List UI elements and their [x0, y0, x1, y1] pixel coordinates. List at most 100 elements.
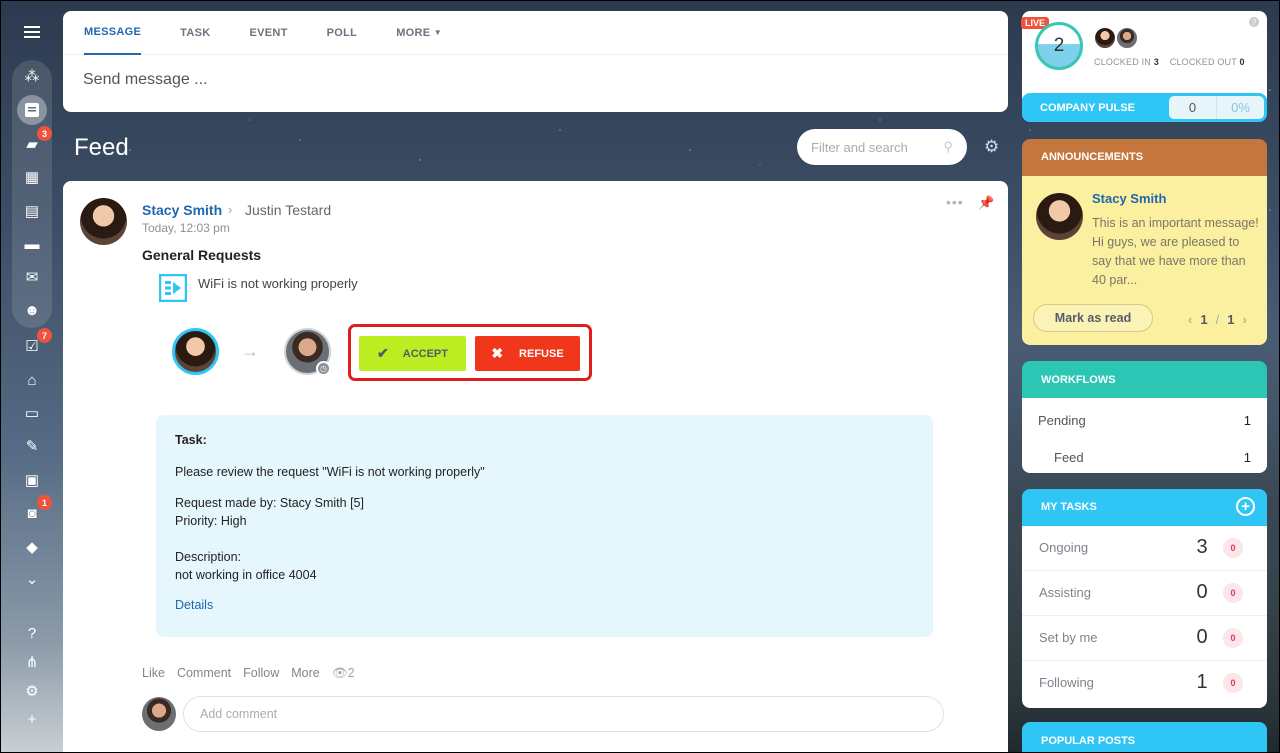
sidebar-item-contacts[interactable]: ▣	[20, 468, 44, 492]
announcement-author[interactable]: Stacy Smith	[1092, 191, 1166, 206]
pulse-value: 0	[1169, 96, 1217, 119]
browser-icon: ▭	[24, 405, 40, 422]
menu-icon[interactable]	[20, 20, 44, 44]
clocked-in-avatar[interactable]	[1094, 27, 1116, 49]
sidebar-item-crm[interactable]: ⌂	[20, 368, 44, 392]
refuse-label: REFUSE	[519, 347, 564, 360]
sidebar-item-bots[interactable]: ◙ 1	[20, 495, 52, 525]
pin-icon[interactable]: 📌	[978, 195, 994, 211]
page-sep: /	[1215, 312, 1220, 327]
drive-icon: ▬	[24, 235, 40, 253]
sidebar-item-chat[interactable]: ▰ 3	[20, 126, 52, 156]
sidebar-item-help[interactable]: ?	[20, 621, 44, 645]
filter-search-input[interactable]: Filter and search ⚲	[797, 129, 967, 165]
task-row-overdue[interactable]: 0	[1223, 583, 1243, 603]
robot-icon: ◙	[27, 504, 37, 522]
calendar-icon: ▦	[24, 169, 40, 186]
tab-more[interactable]: MORE ▼	[396, 11, 442, 55]
comment-link[interactable]: Comment	[177, 666, 231, 681]
tab-task[interactable]: TASK	[180, 11, 210, 55]
views-count: 👁2	[332, 666, 355, 681]
task-row-ongoing[interactable]: Ongoing 3 0	[1022, 526, 1267, 571]
help-icon[interactable]: ?	[1249, 17, 1259, 27]
document-icon: ▤	[24, 203, 40, 220]
task-row-assisting[interactable]: Assisting 0 0	[1022, 571, 1267, 616]
my-tasks-header: MY TASKS +	[1022, 489, 1267, 526]
author-avatar[interactable]	[80, 198, 127, 245]
post-author[interactable]: Stacy Smith	[142, 202, 222, 218]
tab-poll[interactable]: POLL	[327, 11, 358, 55]
sidebar-item-drive[interactable]: ▬	[20, 232, 44, 256]
chevron-left-icon[interactable]: ‹	[1188, 312, 1192, 327]
task-row-overdue[interactable]: 0	[1223, 673, 1243, 693]
sidebar-item-tasks[interactable]: ☑ 7	[20, 328, 52, 358]
tab-more-label: MORE	[396, 26, 431, 39]
popular-posts-header[interactable]: POPULAR POSTS	[1022, 722, 1267, 753]
tab-message[interactable]: MESSAGE	[84, 11, 142, 55]
task-row-overdue[interactable]: 0	[1223, 628, 1243, 648]
plus-icon: +	[27, 710, 37, 728]
tasks-badge: 7	[37, 328, 52, 343]
sidebar-item-sign[interactable]: ✎	[20, 434, 44, 458]
add-comment-input[interactable]: Add comment	[183, 696, 944, 732]
sidebar-item-add[interactable]: +	[20, 707, 44, 731]
sidebar-item-employees[interactable]: ☻	[20, 298, 44, 322]
follow-link[interactable]: Follow	[243, 666, 279, 681]
add-task-plus-icon[interactable]: +	[1236, 497, 1255, 516]
users-icon: ☻	[24, 301, 40, 319]
clocked-in-avatar[interactable]	[1116, 27, 1138, 49]
tab-event[interactable]: EVENT	[249, 11, 287, 55]
page-current: 1	[1200, 312, 1208, 327]
clocked-out-label: CLOCKED OUT	[1169, 57, 1237, 67]
sidebar-item-calendar[interactable]: ▦	[20, 165, 44, 189]
checkbox-icon: ☑	[25, 338, 39, 355]
workflow-row-pending[interactable]: Pending 1	[1038, 413, 1251, 428]
task-row-set-by-me[interactable]: Set by me 0 0	[1022, 616, 1267, 661]
task-heading: Task:	[175, 433, 207, 447]
task-row-following[interactable]: Following 1 0	[1022, 661, 1267, 706]
workflow-name[interactable]: WiFi is not working properly	[198, 276, 358, 291]
accept-label: ACCEPT	[402, 347, 448, 360]
close-icon: ✖	[491, 345, 504, 361]
clocked-in-label: CLOCKED IN	[1094, 57, 1152, 67]
message-input[interactable]: Send message ...	[63, 55, 1008, 105]
sidebar-item-sites[interactable]: ▭	[20, 401, 44, 425]
like-link[interactable]: Like	[142, 666, 165, 681]
sidebar-item-market[interactable]: ◆	[20, 535, 44, 559]
timeman-counter[interactable]: 2	[1035, 22, 1083, 70]
sidebar-item-structure[interactable]: ⋔	[20, 650, 44, 674]
sidebar-item-mail[interactable]: ✉	[20, 265, 44, 289]
sidebar-item-dashboard[interactable]: ⁂	[20, 64, 44, 88]
sidebar-item-feed[interactable]	[20, 98, 44, 122]
workflows-header: WORKFLOWS	[1022, 361, 1267, 398]
task-line: Please review the request "WiFi is not w…	[175, 465, 485, 479]
clock-icon: ◷	[316, 361, 331, 376]
mail-icon: ✉	[25, 269, 39, 286]
details-link[interactable]: Details	[175, 598, 213, 612]
sidebar-item-documents[interactable]: ▤	[20, 199, 44, 223]
mark-as-read-button[interactable]: Mark as read	[1033, 304, 1153, 332]
sidebar-item-settings[interactable]: ⚙	[20, 679, 44, 703]
requester-avatar[interactable]	[172, 328, 219, 375]
post-actions: Like Comment Follow More 👁2	[142, 666, 355, 681]
feed-settings-gear-icon[interactable]: ⚙	[984, 137, 999, 157]
task-row-overdue[interactable]: 0	[1223, 538, 1243, 558]
feed-icon	[25, 103, 39, 117]
more-link[interactable]: More	[291, 666, 319, 681]
refuse-button[interactable]: ✖ REFUSE	[475, 336, 580, 371]
post-composer: MESSAGE TASK EVENT POLL MORE ▼ Send mess…	[63, 11, 1008, 112]
post-recipient[interactable]: Justin Testard	[245, 202, 331, 218]
box-icon: ◆	[26, 539, 38, 556]
workflow-row-feed[interactable]: Feed 1	[1054, 450, 1251, 465]
announcement-text[interactable]: This is an important message! Hi guys, w…	[1092, 214, 1262, 290]
task-requested-by: Request made by: Stacy Smith [5]	[175, 496, 364, 510]
sidebar-item-more[interactable]: ⌄	[20, 567, 44, 591]
chevron-right-icon[interactable]: ›	[1242, 312, 1246, 327]
more-options-icon[interactable]: •••	[946, 194, 964, 210]
gear-icon: ⚙	[25, 683, 39, 700]
task-priority: Priority: High	[175, 514, 247, 528]
announcements-body: Stacy Smith This is an important message…	[1022, 176, 1267, 345]
announcement-avatar[interactable]	[1036, 193, 1083, 240]
accept-button[interactable]: ✔ ACCEPT	[359, 336, 466, 371]
company-pulse[interactable]: COMPANY PULSE 0 0%	[1022, 93, 1267, 122]
